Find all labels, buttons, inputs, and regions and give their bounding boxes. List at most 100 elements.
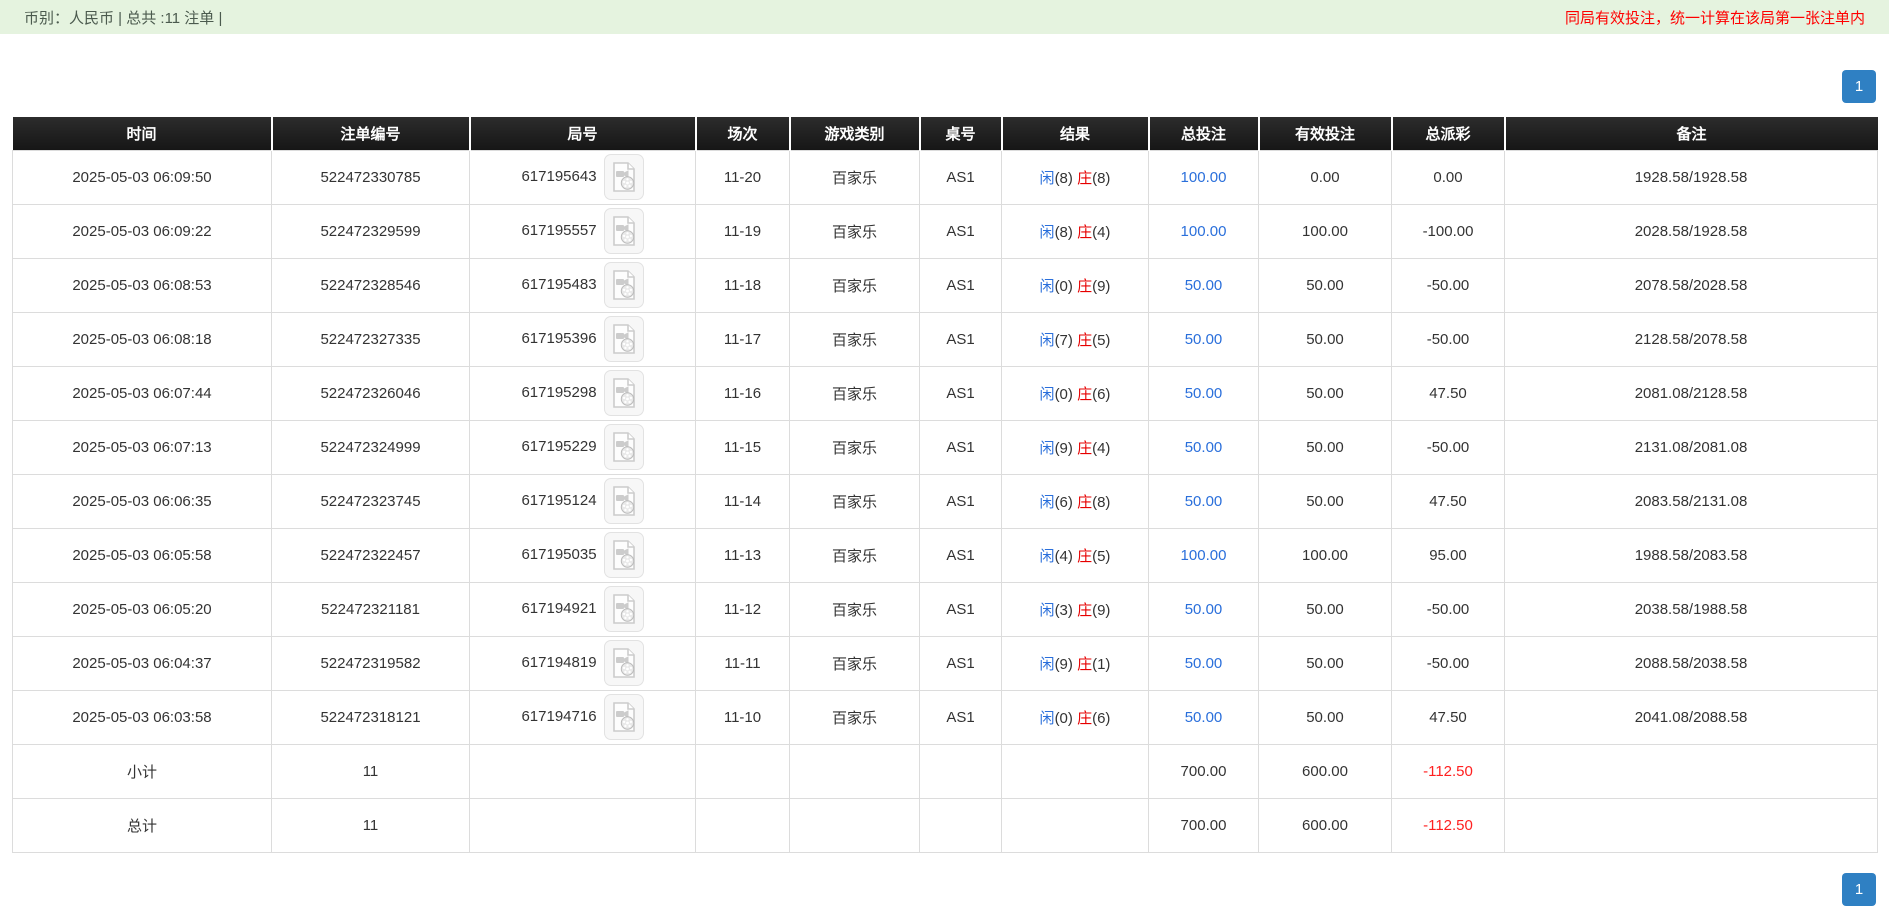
total-bet-link[interactable]: 50.00 <box>1185 655 1223 672</box>
table-row: 2025-05-03 06:08:18 522472327335 6171953… <box>13 312 1878 366</box>
total-bet-link[interactable]: 50.00 <box>1185 331 1223 348</box>
round-number: 617195298 <box>521 384 596 401</box>
cell-time: 2025-05-03 06:08:18 <box>13 312 272 366</box>
video-replay-button[interactable] <box>604 154 644 200</box>
video-replay-button[interactable] <box>604 370 644 416</box>
banker-result-value: (8) <box>1092 170 1110 187</box>
cell-total-bet: 50.00 <box>1149 636 1259 690</box>
cell-bet-id: 522472321181 <box>272 582 470 636</box>
cell-remark: 2083.58/2131.08 <box>1505 474 1878 528</box>
cell-remark: 2131.08/2081.08 <box>1505 420 1878 474</box>
banker-result-value: (8) <box>1092 494 1110 511</box>
cell-total-bet: 50.00 <box>1149 420 1259 474</box>
cell-round: 617194819 <box>470 636 696 690</box>
cell-bet-id: 522472324999 <box>272 420 470 474</box>
summary-payout: -112.50 <box>1392 798 1505 852</box>
total-bet-link[interactable]: 50.00 <box>1185 493 1223 510</box>
player-result-label: 闲 <box>1040 224 1055 241</box>
banker-result-value: (5) <box>1092 332 1110 349</box>
video-replay-button[interactable] <box>604 478 644 524</box>
cell-total-bet: 100.00 <box>1149 204 1259 258</box>
video-record-icon <box>611 540 637 570</box>
cell-payout: -50.00 <box>1392 582 1505 636</box>
cell-result: 闲(0) 庄(9) <box>1002 258 1149 312</box>
video-replay-button[interactable] <box>604 316 644 362</box>
cell-table-no: AS1 <box>920 204 1002 258</box>
player-result-value: (6) <box>1055 494 1073 511</box>
video-replay-button[interactable] <box>604 262 644 308</box>
cell-payout: 47.50 <box>1392 474 1505 528</box>
cell-game-type: 百家乐 <box>790 636 920 690</box>
video-replay-button[interactable] <box>604 640 644 686</box>
cell-table-no: AS1 <box>920 258 1002 312</box>
cell-remark: 1928.58/1928.58 <box>1505 150 1878 204</box>
cell-bet-id: 522472329599 <box>272 204 470 258</box>
cell-valid-bet: 50.00 <box>1259 366 1392 420</box>
bet-records-table: 时间 注单编号 局号 场次 游戏类别 桌号 结果 总投注 有效投注 总派彩 备注… <box>12 117 1878 853</box>
cell-time: 2025-05-03 06:06:35 <box>13 474 272 528</box>
cell-valid-bet: 50.00 <box>1259 636 1392 690</box>
cell-time: 2025-05-03 06:07:44 <box>13 366 272 420</box>
cell-session: 11-18 <box>696 258 790 312</box>
cell-time: 2025-05-03 06:05:58 <box>13 528 272 582</box>
banker-result-value: (9) <box>1092 278 1110 295</box>
video-replay-button[interactable] <box>604 694 644 740</box>
video-replay-button[interactable] <box>604 424 644 470</box>
total-bet-link[interactable]: 100.00 <box>1181 547 1227 564</box>
cell-total-bet: 100.00 <box>1149 528 1259 582</box>
player-result-value: (9) <box>1055 656 1073 673</box>
banker-result-value: (9) <box>1092 602 1110 619</box>
total-bet-link[interactable]: 50.00 <box>1185 385 1223 402</box>
cell-result: 闲(7) 庄(5) <box>1002 312 1149 366</box>
banker-result-label: 庄 <box>1077 602 1092 619</box>
cell-payout: 47.50 <box>1392 690 1505 744</box>
banker-result-label: 庄 <box>1077 548 1092 565</box>
video-replay-button[interactable] <box>604 586 644 632</box>
cell-payout: -50.00 <box>1392 258 1505 312</box>
cell-remark: 2128.58/2078.58 <box>1505 312 1878 366</box>
banker-result-label: 庄 <box>1077 224 1092 241</box>
total-bet-link[interactable]: 50.00 <box>1185 439 1223 456</box>
table-row: 2025-05-03 06:07:44 522472326046 6171952… <box>13 366 1878 420</box>
banker-result-value: (4) <box>1092 440 1110 457</box>
total-bet-link[interactable]: 100.00 <box>1181 223 1227 240</box>
round-number: 617195396 <box>521 330 596 347</box>
banker-result-value: (4) <box>1092 224 1110 241</box>
summary-valid-bet: 600.00 <box>1259 744 1392 798</box>
cell-game-type: 百家乐 <box>790 312 920 366</box>
page-1-button-bottom[interactable]: 1 <box>1842 873 1876 906</box>
video-replay-button[interactable] <box>604 208 644 254</box>
cell-payout: -50.00 <box>1392 312 1505 366</box>
valid-bet-notice: 同局有效投注，统一计算在该局第一张注单内 <box>1565 7 1865 28</box>
player-result-label: 闲 <box>1040 440 1055 457</box>
cell-total-bet: 100.00 <box>1149 150 1259 204</box>
cell-bet-id: 522472319582 <box>272 636 470 690</box>
cell-game-type: 百家乐 <box>790 204 920 258</box>
cell-payout: -50.00 <box>1392 636 1505 690</box>
cell-time: 2025-05-03 06:08:53 <box>13 258 272 312</box>
total-bet-link[interactable]: 100.00 <box>1181 169 1227 186</box>
round-number: 617194716 <box>521 708 596 725</box>
round-number: 617194921 <box>521 600 596 617</box>
cell-result: 闲(8) 庄(4) <box>1002 204 1149 258</box>
header-total-bet: 总投注 <box>1149 117 1259 150</box>
video-replay-button[interactable] <box>604 532 644 578</box>
cell-time: 2025-05-03 06:09:50 <box>13 150 272 204</box>
cell-total-bet: 50.00 <box>1149 312 1259 366</box>
cell-round: 617195229 <box>470 420 696 474</box>
cell-round: 617194921 <box>470 582 696 636</box>
summary-total-bet: 700.00 <box>1149 744 1259 798</box>
banker-result-label: 庄 <box>1077 710 1092 727</box>
player-result-value: (8) <box>1055 170 1073 187</box>
total-bet-link[interactable]: 50.00 <box>1185 709 1223 726</box>
cell-bet-id: 522472330785 <box>272 150 470 204</box>
table-row: 2025-05-03 06:04:37 522472319582 6171948… <box>13 636 1878 690</box>
total-bet-link[interactable]: 50.00 <box>1185 277 1223 294</box>
cell-bet-id: 522472328546 <box>272 258 470 312</box>
summary-count: 11 <box>272 798 470 852</box>
cell-round: 617194716 <box>470 690 696 744</box>
page-1-button[interactable]: 1 <box>1842 70 1876 103</box>
currency-total-text: 币别：人民币 | 总共 :11 注单 | <box>24 7 222 28</box>
cell-result: 闲(4) 庄(5) <box>1002 528 1149 582</box>
total-bet-link[interactable]: 50.00 <box>1185 601 1223 618</box>
